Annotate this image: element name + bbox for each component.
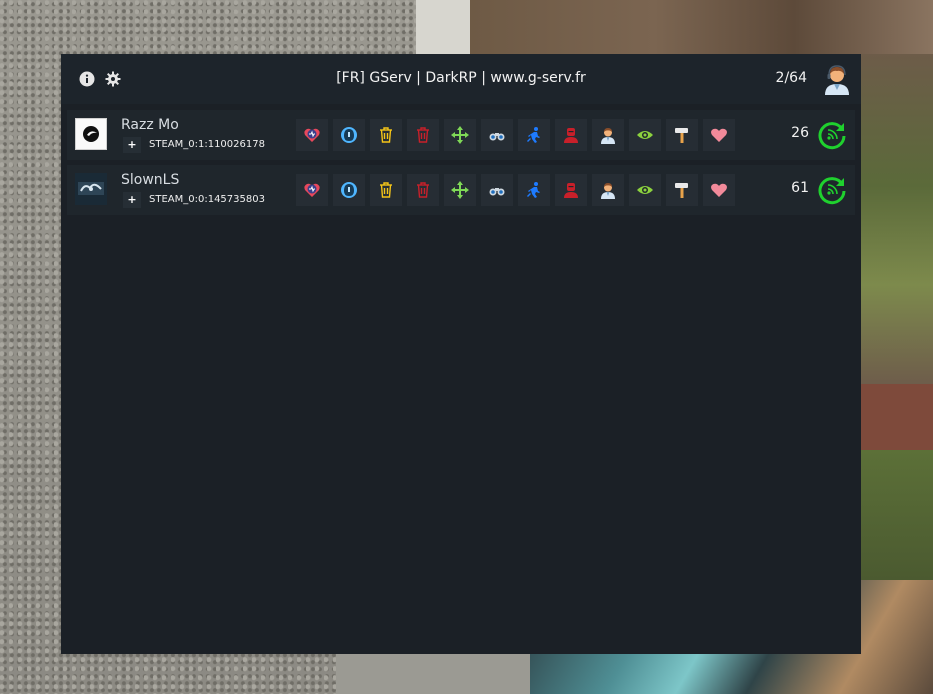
watch-button[interactable] — [629, 119, 661, 151]
player-avatar[interactable] — [75, 173, 107, 205]
binoculars-icon — [489, 188, 505, 196]
spectate-button[interactable] — [481, 119, 513, 151]
scoreboard-header: [FR] GServ | DarkRP | www.g-serv.fr 2/64 — [61, 54, 861, 104]
player-row[interactable]: SlownLS + STEAM_0:0:145735803 61 — [67, 165, 855, 215]
player-row[interactable]: Razz Mo + STEAM_0:1:110026178 26 — [67, 110, 855, 160]
server-title: [FR] GServ | DarkRP | www.g-serv.fr — [336, 70, 586, 86]
heart-icon — [711, 183, 727, 197]
expand-button[interactable]: + — [123, 192, 141, 208]
eye-icon — [637, 131, 653, 139]
freeze-button[interactable] — [666, 174, 698, 206]
refresh-icon[interactable] — [817, 120, 847, 150]
heal-button[interactable] — [296, 119, 328, 151]
runner-icon — [527, 127, 540, 143]
refresh-icon[interactable] — [817, 175, 847, 205]
jail-button[interactable] — [555, 174, 587, 206]
trash-red-icon — [417, 182, 429, 198]
profile-button[interactable] — [592, 174, 624, 206]
heal-button[interactable] — [296, 174, 328, 206]
binoculars-icon — [489, 133, 505, 141]
hammer-icon — [675, 183, 688, 198]
player-name: SlownLS — [121, 172, 180, 188]
profile-button[interactable] — [592, 119, 624, 151]
jail-man-icon — [564, 183, 578, 198]
trash-red-icon — [417, 127, 429, 143]
scoreboard-panel: [FR] GServ | DarkRP | www.g-serv.fr 2/64… — [61, 54, 861, 654]
heart-icon — [711, 128, 727, 142]
jail-man-icon — [564, 128, 578, 143]
spectate-button[interactable] — [481, 174, 513, 206]
player-ping: 61 — [791, 180, 809, 196]
goto-button[interactable] — [518, 119, 550, 151]
goto-button[interactable] — [518, 174, 550, 206]
runner-icon — [527, 182, 540, 198]
eye-icon — [637, 186, 653, 194]
teleport-button[interactable] — [444, 174, 476, 206]
remove-props-button[interactable] — [407, 174, 439, 206]
cloak-button[interactable] — [333, 119, 365, 151]
person-icon — [601, 128, 615, 144]
jail-button[interactable] — [555, 119, 587, 151]
admin-actions — [296, 119, 735, 151]
hammer-icon — [675, 128, 688, 143]
support-agent-icon[interactable] — [821, 63, 853, 95]
watch-button[interactable] — [629, 174, 661, 206]
player-avatar[interactable] — [75, 118, 107, 150]
steam-id[interactable]: STEAM_0:1:110026178 — [149, 139, 265, 150]
freeze-button[interactable] — [666, 119, 698, 151]
cloak-icon — [341, 127, 357, 143]
favorite-button[interactable] — [703, 119, 735, 151]
trash-yellow-icon — [380, 127, 392, 143]
player-ping: 26 — [791, 125, 809, 141]
expand-button[interactable]: + — [123, 137, 141, 153]
player-name: Razz Mo — [121, 117, 179, 133]
heal-icon — [304, 183, 320, 197]
favorite-button[interactable] — [703, 174, 735, 206]
cleanup-button[interactable] — [370, 119, 402, 151]
move-icon — [451, 181, 469, 199]
heal-icon — [304, 128, 320, 142]
cloak-button[interactable] — [333, 174, 365, 206]
trash-yellow-icon — [380, 182, 392, 198]
move-icon — [451, 126, 469, 144]
remove-props-button[interactable] — [407, 119, 439, 151]
cleanup-button[interactable] — [370, 174, 402, 206]
player-count: 2/64 — [775, 70, 807, 86]
cloak-icon — [341, 182, 357, 198]
steam-id[interactable]: STEAM_0:0:145735803 — [149, 194, 265, 205]
admin-actions — [296, 174, 735, 206]
person-icon — [601, 183, 615, 199]
teleport-button[interactable] — [444, 119, 476, 151]
